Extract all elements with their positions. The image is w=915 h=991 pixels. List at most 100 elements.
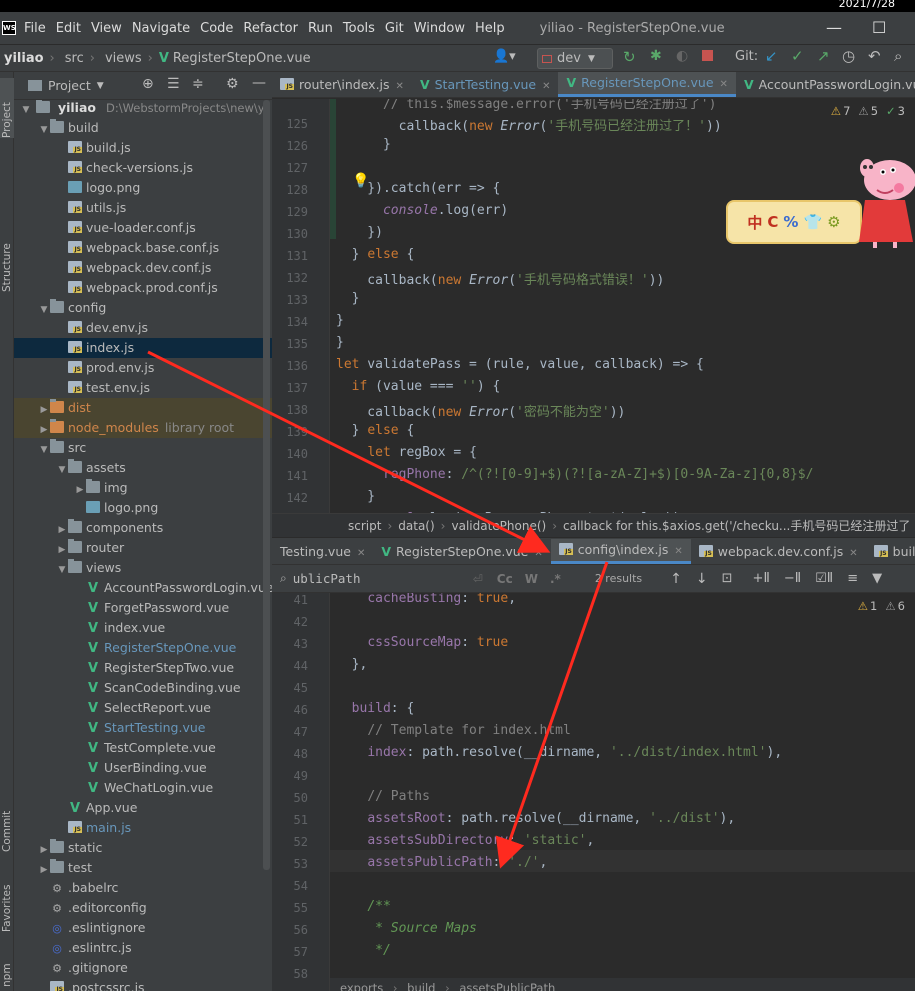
menu-refactor[interactable]: Refactor: [243, 21, 298, 36]
gear-icon[interactable]: ⚙: [226, 76, 239, 92]
tree-item-components[interactable]: ▶ components: [14, 518, 272, 538]
structure-tool-tab[interactable]: Structure: [0, 222, 14, 292]
project-panel-title[interactable]: Project: [48, 78, 91, 93]
chevron-right-icon[interactable]: ▶: [56, 520, 68, 540]
tree-item-dev-env-js[interactable]: dev.env.js: [14, 318, 272, 338]
code-line[interactable]: build: {: [336, 701, 415, 716]
tab-webpack-dev-conf-js[interactable]: webpack.dev.conf.js ✕: [691, 539, 866, 564]
tree-item-test-env-js[interactable]: test.env.js: [14, 378, 272, 398]
tree-item-router[interactable]: ▶ router: [14, 538, 272, 558]
tree-item-editorconfig[interactable]: ⚙ .editorconfig: [14, 898, 272, 918]
code-line[interactable]: let validatePass = (rule, value, callbac…: [336, 357, 704, 372]
tree-item-starttesting-vue[interactable]: V StartTesting.vue: [14, 718, 272, 738]
tree-item-build[interactable]: ▼ build: [14, 118, 272, 138]
code-line[interactable]: } else {: [336, 247, 415, 262]
tree-item-prod-env-js[interactable]: prod.env.js: [14, 358, 272, 378]
tree-item-wechatlogin-vue[interactable]: V WeChatLogin.vue: [14, 778, 272, 798]
code-line[interactable]: assetsSubDirectory: 'static',: [336, 833, 594, 848]
tree-item-index-js[interactable]: index.js: [14, 338, 272, 358]
add-occurrence-icon[interactable]: +Ⅱ: [753, 571, 770, 586]
crumb-build[interactable]: build: [407, 981, 435, 991]
tree-item-node-modules[interactable]: ▶ node_modules library root: [14, 418, 272, 438]
crumb-validate-phone[interactable]: validatePhone(): [451, 519, 546, 533]
tree-item-gitignore[interactable]: ⚙ .gitignore: [14, 958, 272, 978]
git-update-icon[interactable]: ↙: [765, 47, 778, 65]
match-case-toggle[interactable]: Cc: [497, 572, 513, 586]
code-line[interactable]: console.log(err): [336, 203, 508, 218]
code-line[interactable]: let regBox = {: [336, 445, 477, 460]
rollback-icon[interactable]: ↶: [868, 47, 881, 65]
code-line[interactable]: }: [336, 335, 344, 350]
run-config-select[interactable]: dev ▼: [537, 48, 613, 69]
breadcrumb-src[interactable]: src: [65, 51, 84, 66]
menu-git[interactable]: Git: [385, 21, 404, 36]
tab-registerstepone-vue[interactable]: V RegisterStepOne.vue ✕: [373, 539, 550, 564]
debug-icon[interactable]: ✱: [650, 48, 662, 64]
menu-code[interactable]: Code: [200, 21, 233, 36]
code-line[interactable]: assetsPublicPath: './',: [336, 855, 547, 870]
crumb-assets-public-path[interactable]: assetsPublicPath: [459, 981, 555, 991]
tab-starttesting-vue[interactable]: V StartTesting.vue ✕: [412, 72, 559, 97]
tree-item-webpack-base-conf-js[interactable]: webpack.base.conf.js: [14, 238, 272, 258]
tree-item-eslintignore[interactable]: ◎ .eslintignore: [14, 918, 272, 938]
menu-edit[interactable]: Edit: [56, 21, 81, 36]
code-line[interactable]: * Source Maps: [336, 921, 477, 936]
menu-view[interactable]: View: [91, 21, 122, 36]
crumb-script[interactable]: script: [348, 519, 381, 533]
close-icon[interactable]: ✕: [849, 548, 857, 559]
tree-item-build-js[interactable]: build.js: [14, 138, 272, 158]
chevron-right-icon[interactable]: ▶: [38, 840, 50, 860]
menu-tools[interactable]: Tools: [343, 21, 375, 36]
tree-item-scancodebinding-vue[interactable]: V ScanCodeBinding.vue: [14, 678, 272, 698]
tree-item-app-vue[interactable]: V App.vue: [14, 798, 272, 818]
menu-run[interactable]: Run: [308, 21, 333, 36]
npm-tool-tab[interactable]: npm: [0, 952, 14, 987]
chevron-down-icon[interactable]: ▼: [38, 120, 50, 140]
arrow-up-icon[interactable]: ↑: [670, 571, 682, 587]
tree-item-babelrc[interactable]: ⚙ .babelrc: [14, 878, 272, 898]
tree-item-assets[interactable]: ▼ assets: [14, 458, 272, 478]
code-line[interactable]: cacheBusting: true,: [336, 593, 516, 606]
history-icon[interactable]: ◷: [842, 47, 855, 65]
expand-all-icon[interactable]: ☰: [167, 76, 180, 92]
tree-item-postcssrc-js[interactable]: .postcssrc.js: [14, 978, 272, 991]
tree-item-main-js[interactable]: main.js: [14, 818, 272, 838]
close-icon[interactable]: ✕: [396, 81, 404, 92]
tree-item-logo-png[interactable]: logo.png: [14, 178, 272, 198]
tree-item-registerstepone-vue[interactable]: V RegisterStepOne.vue: [14, 638, 272, 658]
code-line[interactable]: }: [336, 489, 375, 504]
close-icon[interactable]: ✕: [720, 79, 728, 90]
tree-item-registersteptwo-vue[interactable]: V RegisterStepTwo.vue: [14, 658, 272, 678]
breadcrumb-project[interactable]: yiliao: [4, 51, 44, 66]
bottom-inspection-badge[interactable]: ⚠ 1 ⚠ 6: [858, 599, 905, 613]
regex-toggle[interactable]: .*: [550, 572, 561, 586]
tree-scrollbar[interactable]: [263, 100, 270, 870]
code-line[interactable]: regPhone: /^(?![0-9]+$)(?![a-zA-Z]+$)[0-…: [336, 467, 813, 482]
chevron-down-icon[interactable]: ▼: [56, 560, 68, 580]
arrow-down-icon[interactable]: ↓: [696, 571, 708, 587]
tab-accountpasswordlogin-vue[interactable]: VAccountPasswordLogin.vue✕: [736, 72, 915, 97]
tab-config-index-js[interactable]: config\index.js ✕: [550, 539, 691, 564]
tree-item-forgetpassword-vue[interactable]: V ForgetPassword.vue: [14, 598, 272, 618]
crumb-callback[interactable]: callback for this.$axios.get('/checku...…: [563, 517, 910, 534]
tab-router-index-js[interactable]: router\index.js ✕: [272, 72, 412, 97]
code-line[interactable]: callback(new Error('手机号码格式错误！')): [336, 269, 664, 288]
tree-item-utils-js[interactable]: utils.js: [14, 198, 272, 218]
tree-item-userbinding-vue[interactable]: V UserBinding.vue: [14, 758, 272, 778]
code-line[interactable]: },: [336, 657, 368, 672]
favorites-tool-tab[interactable]: Favorites: [0, 872, 14, 932]
rerun-icon[interactable]: ↻: [623, 48, 636, 66]
user-icon[interactable]: 👤▾: [493, 49, 516, 64]
tab-testing-vue[interactable]: Testing.vue ✕: [272, 539, 373, 564]
breadcrumb-file[interactable]: RegisterStepOne.vue: [173, 51, 311, 66]
chevron-right-icon[interactable]: ▶: [74, 480, 86, 500]
git-push-icon[interactable]: ↗: [817, 47, 830, 65]
code-line[interactable]: */: [336, 943, 391, 958]
maximize-button[interactable]: ☐: [872, 18, 886, 37]
tree-item-static[interactable]: ▶ static: [14, 838, 272, 858]
tree-item-logo-png[interactable]: logo.png: [14, 498, 272, 518]
stop-icon[interactable]: [702, 50, 713, 61]
tree-item-test[interactable]: ▶ test: [14, 858, 272, 878]
coverage-icon[interactable]: ◐: [676, 48, 688, 64]
close-icon[interactable]: ✕: [357, 548, 365, 559]
